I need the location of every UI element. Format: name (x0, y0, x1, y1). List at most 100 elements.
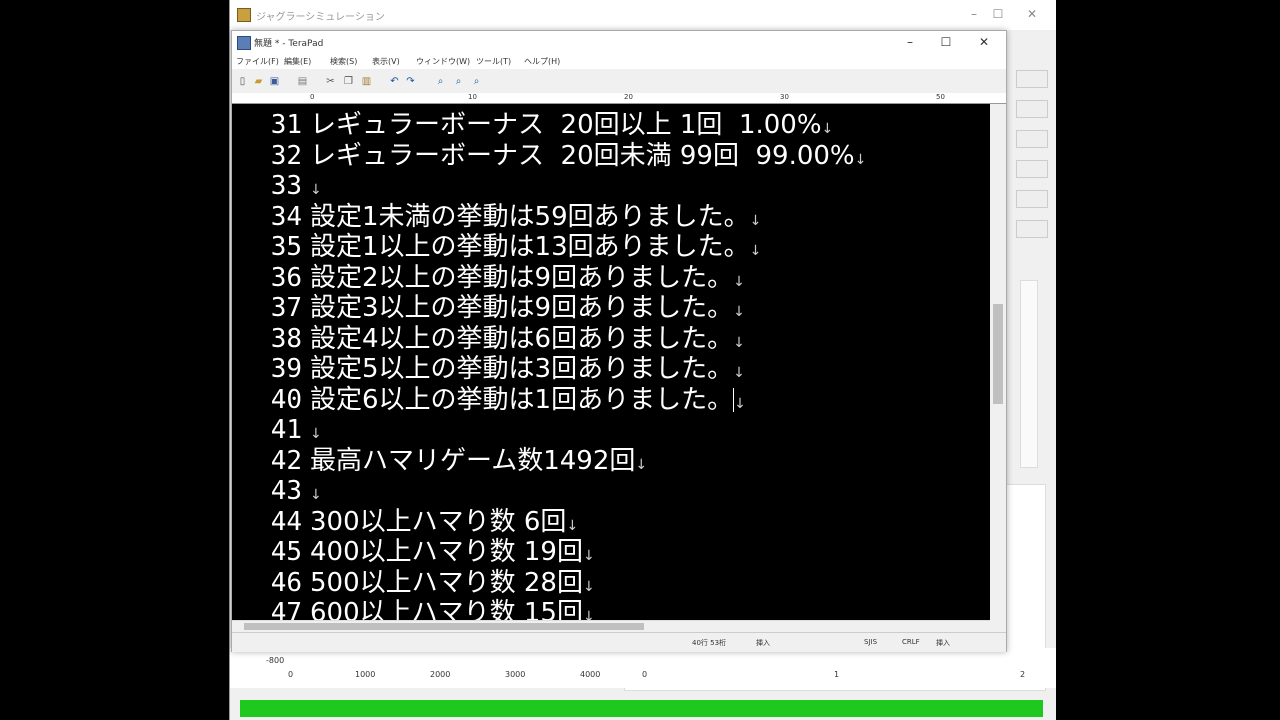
search-icon[interactable]: ⌕ (434, 75, 447, 88)
side-button[interactable] (1016, 160, 1048, 178)
line-text: 設定5以上の挙動は3回ありました。↓ (310, 354, 745, 388)
line-number: 44 (270, 506, 302, 537)
menu-file[interactable]: ファイル(F) (236, 56, 279, 67)
editor-line[interactable]: 41 ↓ (232, 415, 990, 445)
open-folder-icon[interactable]: ▰ (252, 75, 265, 88)
ruler-mark: 0 (310, 93, 315, 101)
side-button[interactable] (1016, 70, 1048, 88)
line-text: 設定3以上の挙動は9回ありました。↓ (310, 293, 745, 327)
editor-line[interactable]: 47 600以上ハマり数 15回↓ (232, 598, 990, 620)
menu-tools[interactable]: ツール(T) (476, 56, 511, 67)
line-content: 設定3以上の挙動は9回ありました。 (310, 293, 734, 323)
maximize-button[interactable]: ☐ (928, 32, 964, 52)
editor-line[interactable]: 45 400以上ハマり数 19回↓ (232, 537, 990, 567)
search-prev-icon[interactable]: ⌕ (470, 75, 483, 88)
scroll-thumb[interactable] (993, 304, 1003, 404)
line-content: 400以上ハマり数 19回 (310, 537, 583, 567)
line-number: 34 (270, 201, 302, 232)
line-number: 46 (270, 567, 302, 598)
line-text: 300以上ハマり数 6回↓ (310, 507, 578, 541)
line-number: 47 (270, 598, 302, 620)
ruler-mark: 30 (780, 93, 789, 101)
menu-search[interactable]: 検索(S) (330, 56, 357, 67)
ruler-mark: 20 (624, 93, 633, 101)
newline-mark: ↓ (733, 273, 745, 290)
newline-mark: ↓ (310, 426, 322, 442)
line-text: 設定2以上の挙動は9回ありました。↓ (310, 263, 745, 297)
side-button[interactable] (1016, 190, 1048, 208)
line-text: 設定6以上の挙動は1回ありました。↓ (310, 385, 746, 419)
editor-line[interactable]: 34 設定1未満の挙動は59回ありました。↓ (232, 202, 990, 232)
undo-icon[interactable]: ↶ (388, 75, 401, 88)
status-bar: 40行 53桁 挿入 SJIS CRLF 挿入 (232, 632, 1006, 652)
editor-line[interactable]: 37 設定3以上の挙動は9回ありました。↓ (232, 293, 990, 323)
editor-line[interactable]: 46 500以上ハマり数 28回↓ (232, 568, 990, 598)
newline-mark: ↓ (733, 365, 745, 381)
menu-edit[interactable]: 編集(E) (284, 56, 311, 67)
vertical-scrollbar[interactable] (990, 104, 1006, 620)
editor-line[interactable]: 36 設定2以上の挙動は9回ありました。↓ (232, 263, 990, 293)
cut-icon[interactable]: ✂ (324, 75, 337, 88)
editor-line[interactable]: 39 設定5以上の挙動は3回ありました。↓ (232, 354, 990, 384)
copy-icon[interactable]: ❐ (342, 75, 355, 88)
line-number: 45 (270, 537, 302, 567)
status-encoding: SJIS (864, 638, 878, 646)
axis-tick-label: 2000 (430, 670, 451, 679)
newline-mark: ↓ (733, 304, 745, 320)
background-titlebar: ジャグラーシミュレーション – ☐ ✕ (230, 0, 1056, 30)
scroll-thumb[interactable] (244, 623, 644, 630)
menu-view[interactable]: 表示(V) (372, 56, 400, 67)
line-number: 41 (270, 415, 302, 445)
terapad-window: 無題 * - TeraPad – ☐ ✕ ファイル(F) 編集(E) 検索(S)… (231, 30, 1007, 652)
new-file-icon[interactable]: ▯ (236, 75, 249, 88)
close-button[interactable]: ✕ (1012, 4, 1052, 24)
save-icon[interactable]: ▣ (268, 75, 281, 88)
search-next-icon[interactable]: ⌕ (452, 75, 465, 88)
axis-tick-label: 0 (642, 670, 648, 679)
minimize-button[interactable]: – (892, 32, 928, 52)
newline-mark: ↓ (582, 548, 595, 564)
app-icon (237, 8, 251, 22)
line-content: 設定1以上の挙動は13回ありました。 (310, 232, 750, 262)
close-button[interactable]: ✕ (966, 32, 1002, 52)
side-button[interactable] (1016, 220, 1048, 238)
line-text: 設定1未満の挙動は59回ありました。↓ (310, 202, 761, 236)
terapad-title: 無題 * - TeraPad (254, 39, 324, 49)
editor-line[interactable]: 40 設定6以上の挙動は1回ありました。↓ (232, 385, 990, 415)
line-text: 設定4以上の挙動は6回ありました。↓ (310, 324, 745, 358)
line-content: 設定6以上の挙動は1回ありました。 (310, 384, 734, 415)
text-editor[interactable]: 31 レギュラーボーナス 20回以上 1回 1.00%↓ 32 レギュラーボーナス 2… (232, 104, 990, 620)
newline-mark: ↓ (582, 609, 595, 620)
paste-icon[interactable]: ▥ (360, 75, 373, 88)
status-position: 40行 53桁 (692, 639, 727, 647)
newline-mark: ↓ (635, 456, 648, 473)
editor-line[interactable]: 35 設定1以上の挙動は13回ありました。↓ (232, 232, 990, 262)
axis-tick-label: 4000 (580, 670, 601, 679)
background-scrollbar[interactable] (1020, 280, 1038, 468)
editor-line[interactable]: 33 ↓ (232, 171, 990, 201)
side-button[interactable] (1016, 100, 1048, 118)
line-number: 39 (270, 354, 302, 384)
line-number: 42 (270, 445, 302, 476)
axis-tick-label: 2 (1020, 670, 1026, 679)
line-number: 43 (270, 476, 302, 506)
redo-icon[interactable]: ↷ (404, 75, 417, 88)
editor-line[interactable]: 43 ↓ (232, 476, 990, 506)
menu-help[interactable]: ヘルプ(H) (524, 56, 560, 67)
editor-line[interactable]: 32 レギュラーボーナス 20回未満 99回 99.00%↓ (232, 141, 990, 171)
print-icon[interactable]: ▤ (296, 75, 309, 88)
side-button[interactable] (1016, 130, 1048, 148)
status-insert: 挿入 (936, 639, 950, 647)
menu-window[interactable]: ウィンドウ(W) (416, 56, 470, 67)
line-number: 38 (270, 323, 302, 354)
axis-tick-label: 1 (834, 670, 840, 679)
editor-line[interactable]: 38 設定4以上の挙動は6回ありました。↓ (232, 324, 990, 354)
editor-line[interactable]: 31 レギュラーボーナス 20回以上 1回 1.00%↓ (232, 110, 990, 140)
horizontal-scrollbar[interactable] (232, 620, 990, 632)
line-text: ↓ (310, 415, 322, 449)
terapad-titlebar: 無題 * - TeraPad – ☐ ✕ (232, 31, 1006, 53)
editor-line[interactable]: 42 最高ハマリゲーム数1492回↓ (232, 446, 990, 476)
line-content: 300以上ハマり数 6回 (310, 506, 567, 537)
status-newline: CRLF (902, 638, 920, 646)
editor-line[interactable]: 44 300以上ハマり数 6回↓ (232, 507, 990, 537)
